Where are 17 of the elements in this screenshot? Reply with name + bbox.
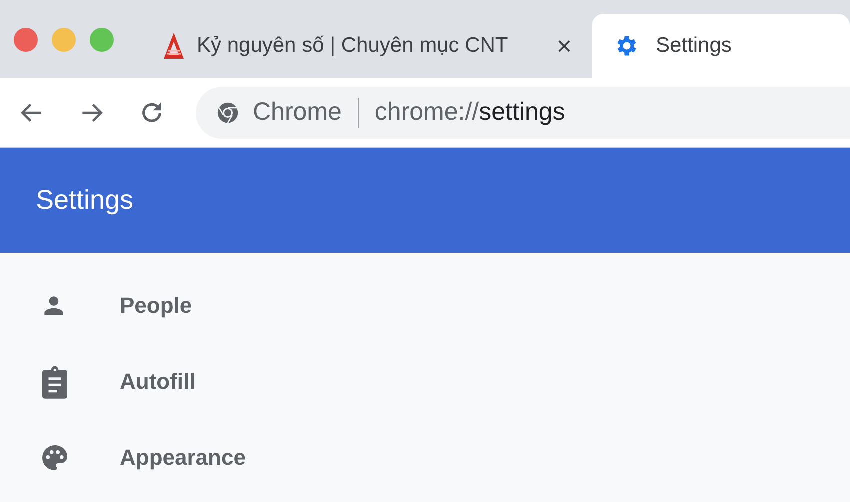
menu-item[interactable]: Autofill — [120, 369, 196, 395]
menu-item[interactable]: Appearance — [120, 445, 246, 471]
chrome-icon — [217, 102, 239, 124]
clipboard-icon — [40, 365, 70, 399]
palette-icon — [40, 443, 70, 473]
page-title: Settings — [36, 185, 134, 216]
close-tab-button[interactable]: × — [554, 33, 574, 59]
url-text: chrome://settings — [374, 98, 566, 127]
address-bar[interactable]: Chrome chrome://settings — [196, 86, 850, 138]
tab-title: Settings — [656, 34, 732, 58]
site-label: Chrome — [253, 98, 342, 127]
close-button[interactable] — [14, 28, 38, 52]
browser-tab[interactable]: Settings — [592, 14, 850, 78]
menu-item[interactable]: People — [120, 293, 192, 319]
tab-title: Kỷ nguyên số | Chuyên mục CNT — [197, 34, 510, 58]
logo-icon — [164, 33, 184, 59]
browser-tab[interactable]: Kỷ nguyên số | Chuyên mục CNT × — [136, 14, 592, 78]
